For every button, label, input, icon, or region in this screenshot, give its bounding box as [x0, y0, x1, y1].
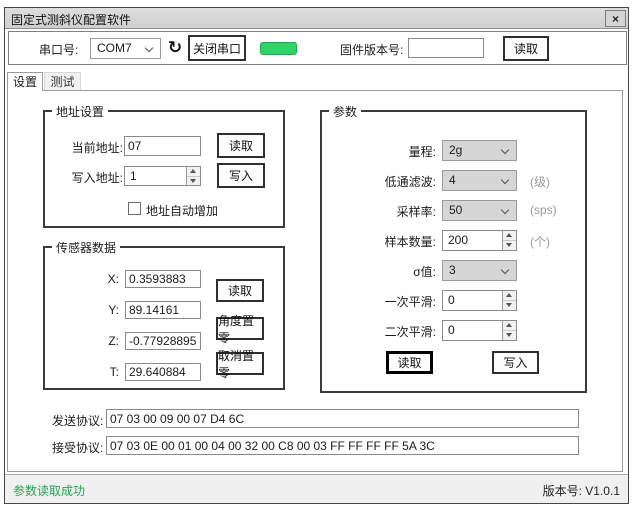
samplerate-label: 采样率: [356, 203, 436, 220]
receive-protocol-input[interactable] [106, 436, 579, 455]
status-bar: 参数读取成功 版本号: V1.0.1 [5, 474, 628, 503]
spin-down-icon[interactable] [503, 331, 516, 340]
tab-settings[interactable]: 设置 [7, 72, 43, 91]
smooth1-spinner[interactable]: 0 [442, 290, 517, 311]
lowpass-label: 低通滤波: [356, 173, 436, 190]
spin-up-icon[interactable] [503, 291, 516, 301]
firmware-read-button[interactable]: 读取 [503, 36, 549, 61]
address-write-button[interactable]: 写入 [217, 163, 265, 188]
window-title: 固定式测斜仪配置软件 [11, 11, 131, 28]
sensor-y-input[interactable] [125, 301, 201, 319]
send-protocol-label: 发送协议: [52, 412, 103, 429]
params-read-button[interactable]: 读取 [386, 351, 433, 374]
address-group-title: 地址设置 [52, 103, 108, 120]
close-port-button[interactable]: 关闭串口 [188, 35, 246, 61]
serial-port-value: COM7 [97, 41, 132, 55]
write-address-spinner[interactable]: 1 [124, 166, 201, 186]
sensor-z-label: Z: [61, 334, 119, 348]
send-protocol-input[interactable] [106, 409, 579, 428]
smooth1-label: 一次平滑: [356, 293, 436, 310]
status-message: 参数读取成功 [13, 482, 85, 499]
write-address-label: 写入地址: [61, 169, 123, 186]
spin-down-icon[interactable] [503, 241, 516, 250]
serial-panel: 串口号: COM7 ↻ 关闭串口 固件版本号: 读取 [8, 31, 627, 65]
receive-protocol-label: 接受协议: [52, 439, 103, 456]
refresh-icon[interactable]: ↻ [165, 38, 185, 58]
range-select[interactable]: 2g [442, 140, 517, 161]
address-auto-increment-checkbox[interactable] [128, 202, 141, 215]
address-group: 地址设置 当前地址: 读取 写入地址: 1 写入 地址自动增加 [43, 110, 285, 228]
address-auto-increment-label: 地址自动增加 [146, 202, 218, 219]
spinner-arrows [186, 167, 200, 185]
sensor-y-label: Y: [61, 303, 119, 317]
sigma-select[interactable]: 3 [442, 260, 517, 281]
samplerate-unit: (sps) [530, 203, 557, 217]
cancel-zero-button[interactable]: 取消置零 [216, 352, 264, 375]
sigma-label: σ值: [356, 263, 436, 280]
chevron-down-icon [501, 206, 509, 214]
smooth2-spinner[interactable]: 0 [442, 320, 517, 341]
angle-zero-button[interactable]: 角度置零 [216, 317, 264, 340]
params-write-button[interactable]: 写入 [492, 351, 539, 374]
connection-status-indicator [260, 42, 297, 55]
version-label: 版本号: V1.0.1 [543, 482, 620, 499]
lowpass-select[interactable]: 4 [442, 170, 517, 191]
spin-up-icon[interactable] [187, 167, 200, 177]
current-address-input[interactable] [124, 136, 201, 156]
params-group-title: 参数 [329, 103, 361, 120]
samplecount-label: 样本数量: [356, 233, 436, 250]
current-address-label: 当前地址: [61, 139, 123, 156]
sensor-x-label: X: [61, 272, 119, 286]
address-read-button[interactable]: 读取 [217, 133, 265, 158]
smooth2-label: 二次平滑: [356, 323, 436, 340]
samplecount-spinner[interactable]: 200 [442, 230, 517, 251]
settings-tab-page: 地址设置 当前地址: 读取 写入地址: 1 写入 地址自动增加 传感器数据 X:… [7, 90, 623, 472]
chevron-down-icon [501, 176, 509, 184]
firmware-version-input[interactable] [408, 38, 484, 58]
title-bar: 固定式测斜仪配置软件 × [5, 8, 628, 29]
sensor-z-input[interactable] [125, 332, 201, 350]
chevron-down-icon [501, 266, 509, 274]
spin-down-icon[interactable] [187, 177, 200, 186]
firmware-version-label: 固件版本号: [340, 41, 403, 58]
spin-down-icon[interactable] [503, 301, 516, 310]
chevron-down-icon [145, 44, 153, 52]
sensor-t-input[interactable] [125, 363, 201, 381]
close-icon: × [612, 12, 619, 26]
app-window: 固定式测斜仪配置软件 × 串口号: COM7 ↻ 关闭串口 固件版本号: 读取 … [4, 7, 629, 504]
tab-test[interactable]: 测试 [44, 72, 81, 91]
chevron-down-icon [501, 146, 509, 154]
close-button[interactable]: × [605, 10, 626, 27]
sensor-group-title: 传感器数据 [52, 239, 120, 256]
write-address-value: 1 [130, 169, 137, 183]
range-label: 量程: [356, 143, 436, 160]
sensor-read-button[interactable]: 读取 [216, 279, 264, 302]
sensor-x-input[interactable] [125, 270, 201, 288]
sensor-group: 传感器数据 X: Y: Z: T: 读取 角度置零 取消置零 [43, 246, 285, 390]
serial-port-select[interactable]: COM7 [90, 38, 161, 59]
samplerate-select[interactable]: 50 [442, 200, 517, 221]
lowpass-unit: (级) [530, 173, 550, 190]
sensor-t-label: T: [61, 365, 119, 379]
samplecount-unit: (个) [530, 233, 550, 250]
spin-up-icon[interactable] [503, 231, 516, 241]
params-group: 参数 量程: 2g 低通滤波: 4 (级) 采样率: 50 (sps) 样本数量… [320, 110, 587, 393]
serial-port-label: 串口号: [39, 41, 78, 58]
spin-up-icon[interactable] [503, 321, 516, 331]
